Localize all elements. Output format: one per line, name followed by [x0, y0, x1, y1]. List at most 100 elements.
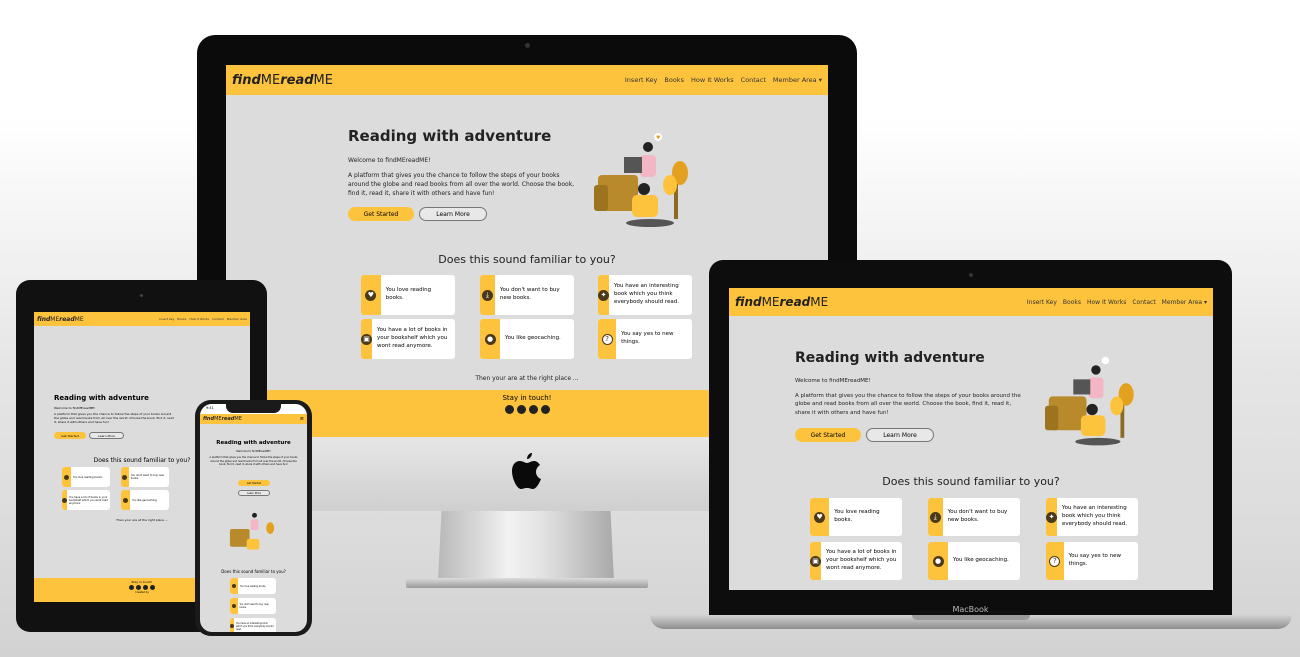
nav-insert-key[interactable]: Insert Key — [159, 317, 174, 321]
location-pin-icon: ● — [484, 333, 496, 345]
feature-card: You don't want to buy new books. — [230, 598, 276, 614]
feature-card: ● You like geocaching. — [480, 319, 574, 359]
navbar: findMEreadME ≡ — [200, 414, 307, 424]
hero-text: A platform that gives you the chance to … — [209, 456, 298, 466]
location-pin-icon: ● — [932, 555, 944, 567]
imac-stand-foot — [406, 578, 648, 588]
trash-icon: ▣ — [361, 333, 372, 345]
facebook-icon[interactable] — [129, 585, 134, 590]
imac-stand-neck — [438, 511, 614, 581]
status-time: 9:41 — [206, 406, 214, 410]
hero-title: Reading with adventure — [795, 350, 985, 366]
facebook-icon[interactable] — [504, 405, 514, 414]
nav-member-area[interactable]: Member Area ▾ — [1162, 299, 1207, 306]
learn-more-button[interactable]: Learn More — [89, 432, 124, 439]
learn-more-button[interactable]: Learn More — [419, 207, 487, 221]
nav-insert-key[interactable]: Insert Key — [625, 76, 658, 84]
feature-card: ⤓ You don't want to buy new books. — [928, 498, 1020, 536]
nav-contact[interactable]: Contact — [1132, 299, 1155, 306]
iphone-screen: 9:41 findMEreadME ≡ Reading with adventu… — [200, 404, 307, 632]
welcome-text: Welcome to findMEreadME! — [54, 406, 96, 410]
welcome-text: Welcome to findMEreadME! — [348, 157, 431, 164]
feature-card: ▣ You have a lot of books in your booksh… — [810, 542, 902, 580]
download-icon: ⤓ — [481, 289, 493, 301]
feature-card: ✦ You have an interesting book which you… — [598, 275, 692, 315]
download-icon: ⤓ — [929, 511, 941, 523]
hero-title: Reading with adventure — [348, 127, 552, 145]
feature-card: You have a lot of books in your bookshel… — [62, 490, 110, 510]
get-started-button[interactable]: Get Started — [795, 428, 861, 442]
welcome-text: Welcome to findMEreadME! — [236, 450, 271, 453]
reading-illustration — [1045, 356, 1134, 446]
nav-insert-key[interactable]: Insert Key — [1027, 299, 1057, 306]
get-started-button[interactable]: Get Started — [348, 207, 414, 221]
nav-books[interactable]: Books — [1063, 299, 1081, 306]
lightbulb-icon: ✦ — [598, 289, 609, 301]
feature-card: You have an interesting book which you t… — [230, 618, 276, 632]
reading-illustration — [229, 512, 275, 550]
heart-icon — [64, 474, 69, 480]
hero-title: Reading with adventure — [54, 394, 149, 402]
ipad-camera — [140, 294, 143, 297]
feature-card: You love reading books. — [230, 578, 276, 594]
navbar: findMEreadME Insert Key Books How It Wor… — [729, 288, 1213, 316]
github-icon[interactable] — [540, 405, 550, 414]
nav-member-area[interactable]: Member Area ▾ — [773, 76, 822, 84]
hamburger-menu-icon[interactable]: ≡ — [300, 416, 304, 422]
navbar: findMEreadME Insert Key Books How It Wor… — [226, 65, 828, 95]
instagram-icon[interactable] — [528, 405, 538, 414]
familiar-title: Does this sound familiar to you? — [221, 569, 286, 574]
macbook-notch — [912, 615, 1030, 620]
nav-how-it-works[interactable]: How It Works — [189, 317, 209, 321]
feature-card: ▣ You have a lot of books in your booksh… — [361, 319, 455, 359]
heart-icon: ♥ — [814, 511, 826, 523]
site-logo[interactable]: findMEreadME — [203, 416, 242, 422]
get-started-button[interactable]: Get Started — [238, 480, 270, 486]
site-logo[interactable]: findMEreadME — [735, 295, 828, 309]
feature-card: ? You say yes to new things. — [1046, 542, 1138, 580]
feature-card: ✦ You have an interesting book which you… — [1046, 498, 1138, 536]
macbook-screen: findMEreadME Insert Key Books How It Wor… — [729, 288, 1213, 590]
reading-illustration: ♥ — [594, 133, 688, 227]
twitter-icon[interactable] — [516, 405, 526, 414]
get-started-button[interactable]: Get Started — [54, 432, 86, 439]
learn-more-button[interactable]: Learn More — [238, 490, 270, 496]
svg-text:♥: ♥ — [656, 135, 661, 141]
nav-how-it-works[interactable]: How It Works — [691, 76, 734, 84]
instagram-icon[interactable] — [143, 585, 148, 590]
feature-card: ? You say yes to new things. — [598, 319, 692, 359]
welcome-text: Welcome to findMEreadME! — [795, 378, 871, 384]
familiar-title: Does this sound familiar to you? — [882, 475, 1060, 488]
nav-contact[interactable]: Contact — [741, 76, 766, 84]
question-icon: ? — [1049, 555, 1061, 567]
nav-books[interactable]: Books — [177, 317, 186, 321]
hero-title: Reading with adventure — [216, 440, 291, 446]
feature-card: ⤓ You don't want to buy new books. — [480, 275, 574, 315]
feature-card: ♥ You love reading books. — [361, 275, 455, 315]
question-icon: ? — [601, 333, 613, 345]
site-logo[interactable]: findMEreadME — [232, 73, 333, 88]
site-logo[interactable]: findMEreadME — [37, 316, 84, 323]
heart-icon: ♥ — [365, 289, 377, 301]
apple-logo-icon — [512, 453, 541, 489]
hero-text: A platform that gives you the chance to … — [348, 172, 575, 197]
twitter-icon[interactable] — [136, 585, 141, 590]
hero-text: A platform that gives you the chance to … — [795, 393, 1021, 416]
feature-card: You like geocaching. — [121, 490, 169, 510]
learn-more-button[interactable]: Learn More — [866, 428, 934, 442]
nav-how-it-works[interactable]: How It Works — [1087, 299, 1126, 306]
macbook-camera — [969, 273, 973, 277]
hero-text: A platform that gives you the chance to … — [54, 412, 174, 425]
iphone-notch — [226, 404, 281, 413]
nav-contact[interactable]: Contact — [212, 317, 224, 321]
feature-card: ● You like geocaching. — [928, 542, 1020, 580]
nav-member-area[interactable]: Member Area — [227, 317, 247, 321]
imac-camera — [525, 43, 530, 48]
github-icon[interactable] — [150, 585, 155, 590]
feature-card: You love reading books. — [62, 467, 110, 487]
feature-card: You don't want to buy new books. — [121, 467, 169, 487]
lightbulb-icon: ✦ — [1046, 511, 1057, 523]
download-icon — [122, 474, 128, 480]
nav-books[interactable]: Books — [664, 76, 684, 84]
feature-card: ♥ You love reading books. — [810, 498, 902, 536]
